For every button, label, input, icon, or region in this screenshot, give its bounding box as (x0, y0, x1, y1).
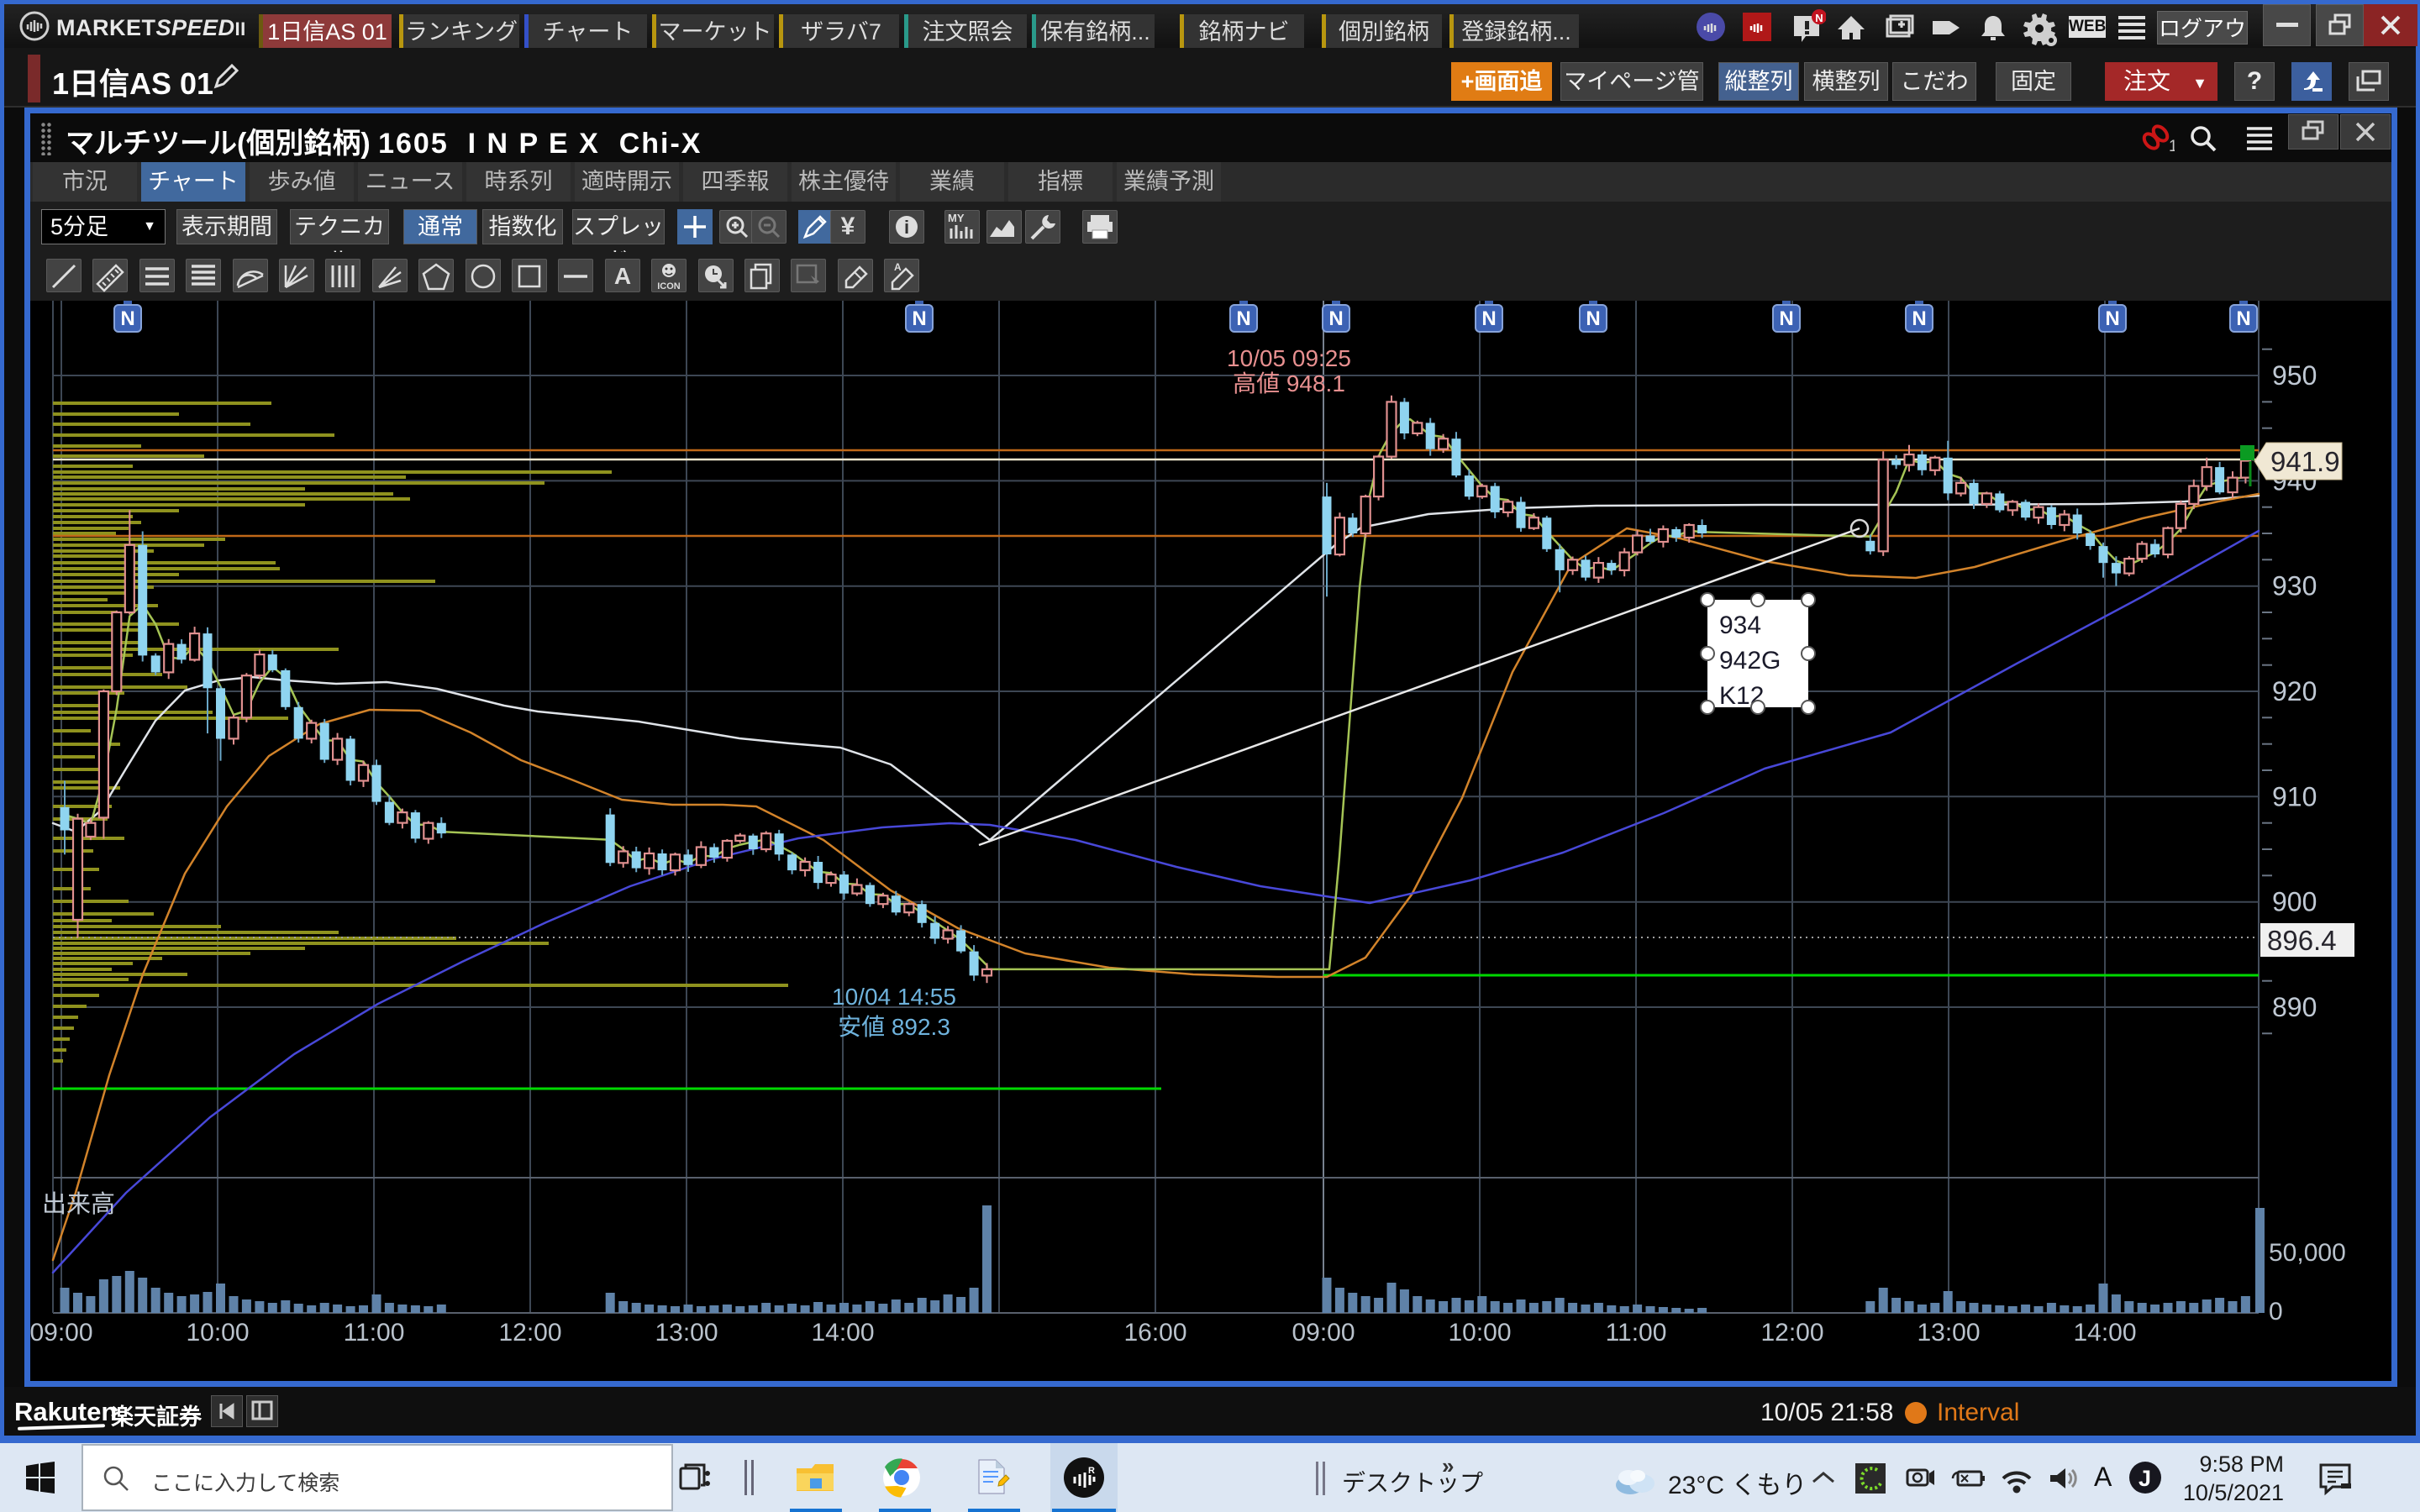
svg-text:890: 890 (2272, 992, 2317, 1022)
svg-text:N: N (120, 307, 134, 330)
svg-text:N: N (2105, 307, 2119, 330)
svg-text:941.9: 941.9 (2270, 446, 2340, 477)
svg-text:10:00: 10:00 (1448, 1319, 1511, 1347)
svg-text:942G: 942G (1719, 647, 1781, 675)
svg-text:14:00: 14:00 (811, 1319, 874, 1347)
svg-text:10:00: 10:00 (186, 1319, 249, 1347)
svg-text:R: R (1088, 1466, 1095, 1476)
svg-text:N: N (1912, 307, 1926, 330)
svg-text:50,000: 50,000 (2269, 1239, 2346, 1267)
svg-text:12:00: 12:00 (498, 1319, 561, 1347)
svg-text:高値 948.1: 高値 948.1 (1233, 370, 1345, 396)
svg-text:N: N (1481, 307, 1496, 330)
svg-text:N: N (1236, 307, 1250, 330)
svg-text:MY: MY (948, 212, 965, 224)
svg-text:12:00: 12:00 (1760, 1319, 1823, 1347)
svg-text:N: N (2236, 307, 2250, 330)
svg-text:11:00: 11:00 (1606, 1319, 1667, 1347)
svg-text:1: 1 (2169, 138, 2175, 152)
svg-text:896.4: 896.4 (2267, 925, 2337, 956)
svg-text:910: 910 (2272, 781, 2317, 811)
svg-text:930: 930 (2272, 571, 2317, 601)
svg-text:13:00: 13:00 (1917, 1319, 1980, 1347)
svg-text:i: i (904, 217, 909, 238)
svg-text:10/04 14:55: 10/04 14:55 (832, 984, 956, 1010)
svg-text:安値 892.3: 安値 892.3 (838, 1014, 950, 1040)
svg-text:A: A (894, 261, 902, 273)
svg-text:N: N (1815, 12, 1823, 24)
svg-text:0: 0 (2269, 1298, 2283, 1326)
svg-text:13:00: 13:00 (655, 1319, 718, 1347)
svg-text:900: 900 (2272, 887, 2317, 917)
svg-text:934: 934 (1719, 612, 1761, 639)
svg-text:16:00: 16:00 (1123, 1319, 1186, 1347)
svg-text:N: N (912, 307, 926, 330)
svg-text:920: 920 (2272, 676, 2317, 706)
svg-text:11:00: 11:00 (344, 1319, 405, 1347)
svg-text:出来高: 出来高 (42, 1190, 115, 1218)
svg-text:N: N (1328, 307, 1343, 330)
svg-text:ICON: ICON (657, 281, 681, 291)
svg-text:10/05 09:25: 10/05 09:25 (1227, 345, 1351, 371)
svg-text:N: N (1586, 307, 1600, 330)
svg-text:09:00: 09:00 (30, 1319, 93, 1347)
svg-text:A: A (614, 263, 631, 289)
svg-text:09:00: 09:00 (1292, 1319, 1355, 1347)
svg-text:950: 950 (2272, 360, 2317, 391)
svg-text:N: N (1779, 307, 1793, 330)
svg-text:14:00: 14:00 (2073, 1319, 2136, 1347)
